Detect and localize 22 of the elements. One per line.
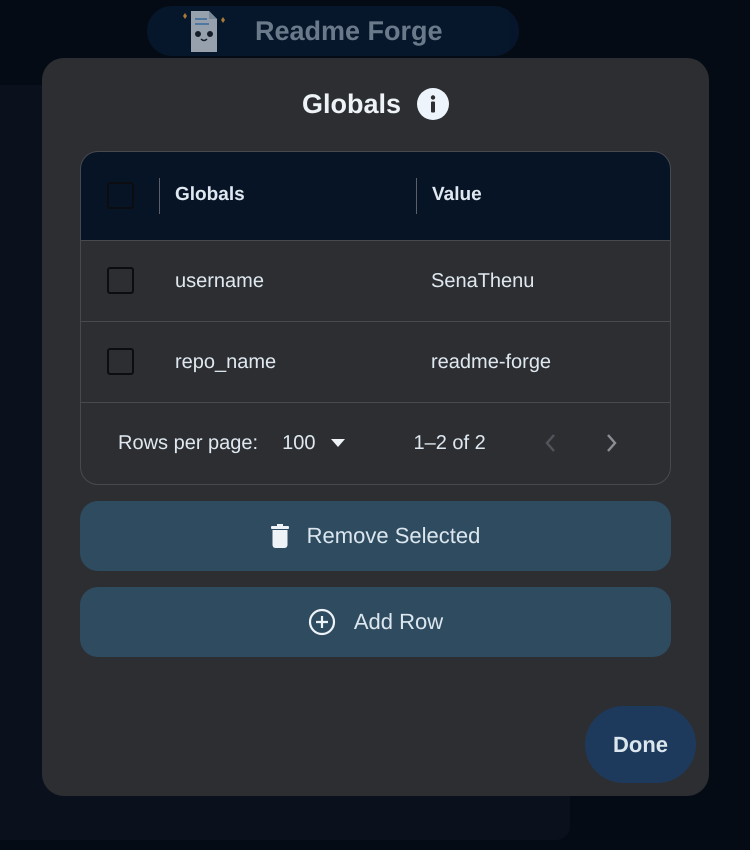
column-header[interactable]: Value: [417, 181, 482, 210]
table-cell-text: username: [174, 268, 265, 294]
row-checkbox[interactable]: [106, 267, 134, 294]
dialog-title: Globals: [302, 88, 402, 121]
remove-selected-button[interactable]: Remove Selected: [80, 500, 671, 570]
chevron-right-icon: [606, 433, 618, 453]
page-range: 1–2 of 2: [413, 431, 486, 456]
trash-icon: [270, 524, 289, 548]
app-title: Readme Forge: [255, 14, 443, 48]
row-checkbox[interactable]: [106, 348, 134, 375]
caret-icon: [331, 439, 346, 447]
table-cell-text: repo_name: [174, 350, 278, 374]
rows-per-page-label: Rows per page:: [118, 431, 258, 456]
table-cell-text: readme-forge: [430, 350, 552, 374]
column-header[interactable]: Globals: [160, 181, 416, 210]
info-icon[interactable]: [417, 88, 450, 120]
table-cell-text: SenaThenu: [430, 268, 534, 294]
done-button[interactable]: Done: [585, 706, 696, 783]
rows-per-page-select[interactable]: 100: [282, 428, 346, 458]
chevron-left-icon: [544, 433, 556, 453]
plus-circle-icon: [308, 608, 336, 636]
add-row-button[interactable]: Add Row: [80, 586, 671, 656]
